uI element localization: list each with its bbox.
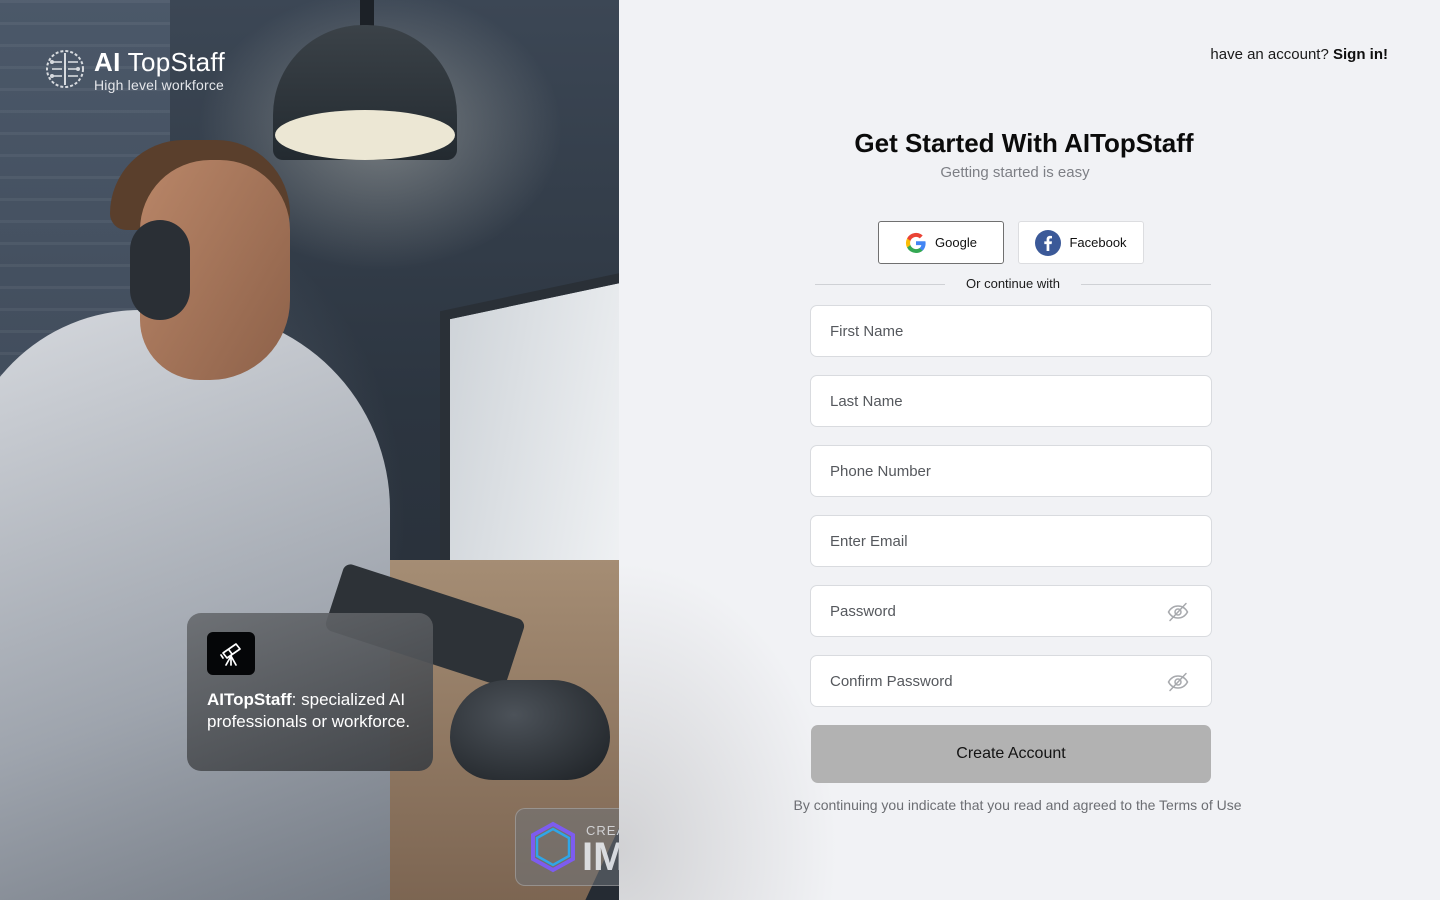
signin-link[interactable]: Sign in! <box>1333 46 1388 63</box>
hero-mouse <box>450 680 610 780</box>
terms-of-use-link[interactable]: Terms of Use <box>1159 797 1241 813</box>
email-input[interactable] <box>811 516 1211 566</box>
signin-prompt: have an account? Sign in! <box>1210 46 1388 63</box>
facebook-button-label: Facebook <box>1069 235 1127 250</box>
facebook-f-icon <box>1035 229 1062 256</box>
hero-card-brand: AITopStaff <box>207 690 292 709</box>
terms-prefix: By continuing you indicate that you read… <box>793 797 1160 813</box>
watermark-big-text: IM <box>582 835 619 879</box>
ring-logo-icon <box>531 821 575 873</box>
hero-headphones <box>130 220 190 320</box>
phone-field <box>810 445 1212 497</box>
facebook-signup-button[interactable]: Facebook <box>1018 221 1144 264</box>
circuit-brain-icon <box>46 50 84 88</box>
create-account-button[interactable]: Create Account <box>811 725 1211 783</box>
telescope-badge <box>207 632 255 675</box>
eye-off-icon[interactable] <box>1167 602 1189 622</box>
eye-off-icon[interactable] <box>1167 672 1189 692</box>
hero-shadow-fade <box>619 560 839 900</box>
hero-info-card: AITopStaff: specialized AI professionals… <box>187 613 433 771</box>
hero-panel: AI TopStaff High level workforce AITopSt… <box>0 0 619 900</box>
google-g-icon <box>906 232 926 253</box>
google-signup-button[interactable]: Google <box>878 221 1004 264</box>
brand-name: AI TopStaff <box>94 48 225 76</box>
google-button-label: Google <box>935 235 977 250</box>
page-title: Get Started With AITopStaff <box>854 128 1194 158</box>
phone-input[interactable] <box>811 446 1211 496</box>
creator-watermark: CREA IM <box>515 808 619 886</box>
brand-text: AI TopStaff High level workforce <box>94 48 225 93</box>
password-input[interactable] <box>811 586 1211 636</box>
brand-logo: AI TopStaff High level workforce <box>44 48 225 93</box>
last-name-input[interactable] <box>811 376 1211 426</box>
hero-lamp-light <box>275 110 455 160</box>
last-name-field <box>810 375 1212 427</box>
confirm-password-field <box>810 655 1212 707</box>
brand-name-bold: AI <box>94 47 121 77</box>
password-field <box>810 585 1212 637</box>
signin-prompt-text: have an account? <box>1210 46 1329 63</box>
telescope-icon <box>220 642 241 666</box>
confirm-password-input[interactable] <box>811 656 1211 706</box>
terms-notice: By continuing you indicate that you read… <box>745 797 1290 813</box>
brand-tagline: High level workforce <box>94 77 225 93</box>
hero-card-text: AITopStaff: specialized AI professionals… <box>207 689 413 733</box>
email-field <box>810 515 1212 567</box>
brand-name-rest: TopStaff <box>127 47 225 77</box>
page-subtitle: Getting started is easy <box>940 164 1090 181</box>
or-divider: Or continue with <box>815 276 1211 294</box>
first-name-input[interactable] <box>811 306 1211 356</box>
divider-line-right <box>1081 284 1211 285</box>
first-name-field <box>810 305 1212 357</box>
